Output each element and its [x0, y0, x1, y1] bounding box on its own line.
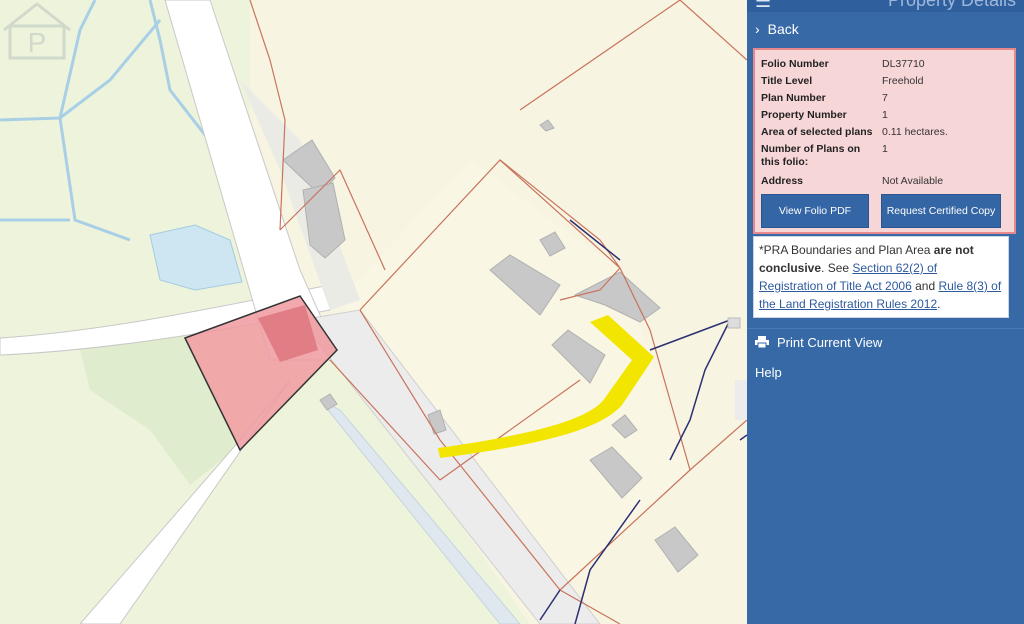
property-number-key: Property Number — [761, 109, 847, 121]
title-level-value: Freehold — [882, 75, 924, 87]
property-number-value: 1 — [882, 109, 888, 121]
address-value: Not Available — [882, 175, 944, 187]
hamburger-menu-icon[interactable]: ☰ — [755, 0, 771, 10]
note-and: and — [911, 279, 939, 293]
help-label: Help — [755, 364, 782, 380]
note-suffix: . — [937, 297, 941, 311]
back-label: Back — [767, 21, 799, 37]
folio-info-box: Folio Number DL37710 Title Level Freehol… — [753, 48, 1016, 234]
print-label: Print Current View — [777, 334, 883, 350]
address-key: Address — [761, 175, 804, 187]
svg-text:P: P — [28, 27, 47, 58]
area-value: 0.11 hectares. — [882, 126, 948, 138]
disclaimer-note: *PRA Boundaries and Plan Area are not co… — [753, 236, 1009, 318]
chevron-right-icon: › — [755, 21, 760, 37]
view-folio-pdf-button[interactable]: View Folio PDF — [761, 194, 869, 228]
title-level-key: Title Level — [761, 75, 813, 87]
panel-header: ☰ Property Details — [747, 0, 1024, 12]
plan-number-value: 7 — [882, 92, 888, 104]
plans-count-value: 1 — [882, 143, 888, 155]
help-button[interactable]: Help — [747, 360, 1024, 384]
panel-title: Property Details — [887, 0, 1016, 10]
print-current-view-button[interactable]: Print Current View — [747, 328, 1024, 355]
property-details-panel: ☰ Property Details › Back Folio Number D… — [747, 0, 1024, 624]
plan-number-key: Plan Number — [761, 92, 826, 104]
folio-number-key: Folio Number — [761, 58, 829, 70]
plans-count-key: Number of Plans on this folio: — [761, 143, 861, 168]
printer-icon — [755, 336, 769, 348]
back-button[interactable]: › Back — [747, 16, 1024, 42]
request-certified-copy-button[interactable]: Request Certified Copy — [881, 194, 1001, 228]
area-key: Area of selected plans — [761, 126, 873, 138]
note-prefix: *PRA Boundaries and Plan Area — [759, 243, 934, 257]
map-canvas[interactable] — [0, 0, 747, 624]
map-view[interactable]: P — [0, 0, 747, 624]
property-watermark-icon: P — [3, 2, 71, 60]
note-mid: . See — [821, 261, 853, 275]
folio-number-value: DL37710 — [882, 58, 925, 70]
